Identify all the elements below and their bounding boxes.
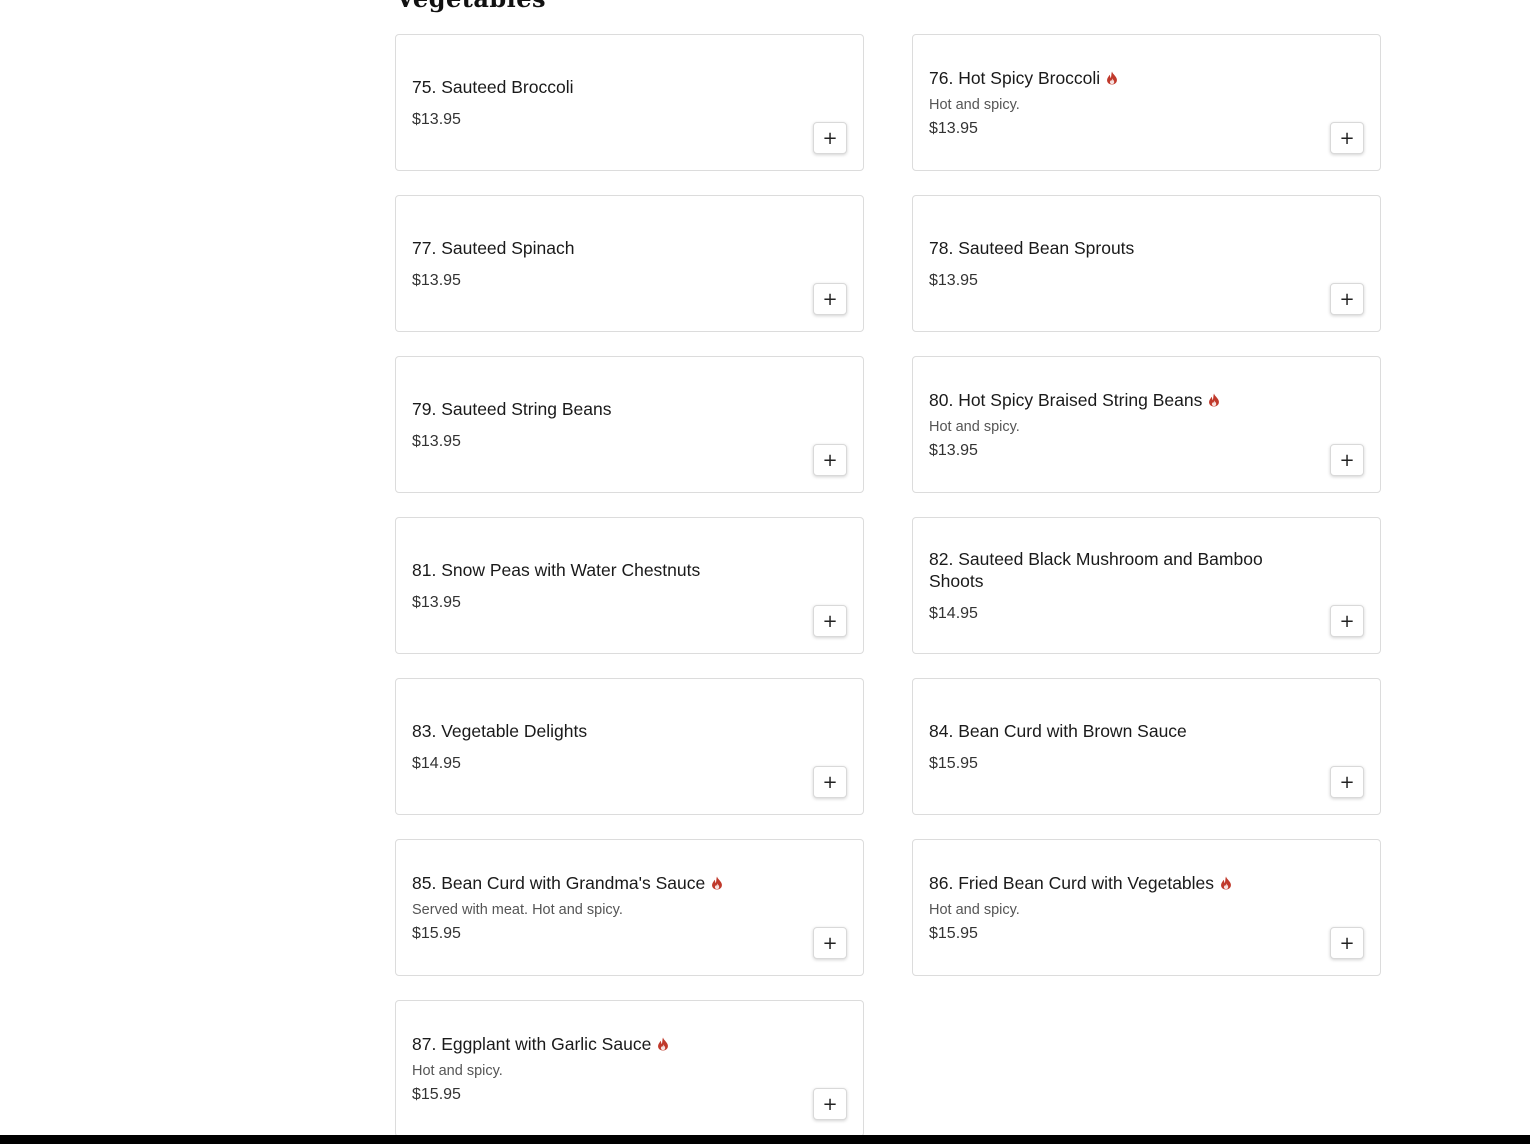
menu-item-card[interactable]: 84. Bean Curd with Brown Sauce $15.95 + bbox=[912, 678, 1381, 815]
plus-icon: + bbox=[1339, 610, 1355, 632]
add-item-button[interactable]: + bbox=[813, 1088, 847, 1120]
menu-item-card[interactable]: 79. Sauteed String Beans $13.95 + bbox=[395, 356, 864, 493]
bottom-bar bbox=[0, 1135, 1530, 1144]
add-item-button[interactable]: + bbox=[813, 927, 847, 959]
menu-item-description: Hot and spicy. bbox=[929, 418, 1020, 435]
menu-item-price: $15.95 bbox=[412, 1085, 461, 1103]
menu-item-price: $13.95 bbox=[929, 271, 978, 289]
menu-item-grid: 75. Sauteed Broccoli $13.95 + 76. Hot Sp… bbox=[395, 34, 1381, 1137]
menu-item-price: $15.95 bbox=[929, 924, 978, 942]
menu-item-description: Served with meat. Hot and spicy. bbox=[412, 901, 623, 918]
add-item-button[interactable]: + bbox=[813, 122, 847, 154]
menu-item-description: Hot and spicy. bbox=[412, 1062, 503, 1079]
spicy-flame-icon bbox=[1208, 393, 1220, 407]
menu-item-name: 86. Fried Bean Curd with Vegetables bbox=[929, 872, 1215, 893]
add-item-button[interactable]: + bbox=[1330, 122, 1364, 154]
menu-item-card[interactable]: 81. Snow Peas with Water Chestnuts $13.9… bbox=[395, 517, 864, 654]
menu-item-name: 79. Sauteed String Beans bbox=[412, 398, 612, 419]
add-item-button[interactable]: + bbox=[813, 444, 847, 476]
plus-icon: + bbox=[822, 127, 838, 149]
menu-item-name: 85. Bean Curd with Grandma's Sauce bbox=[412, 872, 706, 893]
menu-item-card[interactable]: 77. Sauteed Spinach $13.95 + bbox=[395, 195, 864, 332]
menu-item-name: 87. Eggplant with Garlic Sauce bbox=[412, 1033, 652, 1054]
menu-item-name: 78. Sauteed Bean Sprouts bbox=[929, 237, 1135, 258]
plus-icon: + bbox=[822, 1093, 838, 1115]
plus-icon: + bbox=[1339, 288, 1355, 310]
plus-icon: + bbox=[822, 610, 838, 632]
plus-icon: + bbox=[822, 288, 838, 310]
spicy-flame-icon bbox=[1220, 876, 1232, 890]
menu-item-price: $15.95 bbox=[929, 754, 978, 772]
menu-item-name: 81. Snow Peas with Water Chestnuts bbox=[412, 559, 701, 580]
menu-item-price: $13.95 bbox=[412, 593, 461, 611]
menu-item-price: $13.95 bbox=[412, 271, 461, 289]
menu-item-name: 80. Hot Spicy Braised String Beans bbox=[929, 389, 1203, 410]
add-item-button[interactable]: + bbox=[1330, 766, 1364, 798]
menu-item-card[interactable]: 83. Vegetable Delights $14.95 + bbox=[395, 678, 864, 815]
menu-item-price: $13.95 bbox=[412, 432, 461, 450]
menu-item-name: 83. Vegetable Delights bbox=[412, 720, 588, 741]
menu-item-name: 77. Sauteed Spinach bbox=[412, 237, 575, 258]
menu-page: Vegetables 75. Sauteed Broccoli $13.95 +… bbox=[0, 0, 1530, 1144]
add-item-button[interactable]: + bbox=[1330, 605, 1364, 637]
spicy-flame-icon bbox=[657, 1037, 669, 1051]
plus-icon: + bbox=[1339, 127, 1355, 149]
add-item-button[interactable]: + bbox=[813, 605, 847, 637]
menu-item-card[interactable]: 85. Bean Curd with Grandma's Sauce Serve… bbox=[395, 839, 864, 976]
spicy-flame-icon bbox=[1106, 71, 1118, 85]
menu-item-price: $15.95 bbox=[412, 924, 461, 942]
plus-icon: + bbox=[1339, 932, 1355, 954]
menu-item-name: 82. Sauteed Black Mushroom and Bamboo Sh… bbox=[929, 548, 1263, 591]
menu-item-name: 84. Bean Curd with Brown Sauce bbox=[929, 720, 1187, 741]
menu-item-price: $13.95 bbox=[929, 119, 978, 137]
menu-item-card[interactable]: 76. Hot Spicy Broccoli Hot and spicy. $1… bbox=[912, 34, 1381, 171]
menu-item-card[interactable]: 80. Hot Spicy Braised String Beans Hot a… bbox=[912, 356, 1381, 493]
add-item-button[interactable]: + bbox=[1330, 927, 1364, 959]
menu-item-price: $13.95 bbox=[929, 441, 978, 459]
menu-item-name: 75. Sauteed Broccoli bbox=[412, 76, 574, 97]
menu-item-price: $14.95 bbox=[412, 754, 461, 772]
menu-item-card[interactable]: 86. Fried Bean Curd with Vegetables Hot … bbox=[912, 839, 1381, 976]
menu-item-card[interactable]: 87. Eggplant with Garlic Sauce Hot and s… bbox=[395, 1000, 864, 1137]
menu-item-name: 76. Hot Spicy Broccoli bbox=[929, 67, 1101, 88]
plus-icon: + bbox=[822, 771, 838, 793]
section-title: Vegetables bbox=[396, 0, 546, 13]
menu-item-price: $13.95 bbox=[412, 110, 461, 128]
add-item-button[interactable]: + bbox=[813, 766, 847, 798]
add-item-button[interactable]: + bbox=[813, 283, 847, 315]
plus-icon: + bbox=[822, 449, 838, 471]
menu-item-description: Hot and spicy. bbox=[929, 96, 1020, 113]
menu-item-card[interactable]: 78. Sauteed Bean Sprouts $13.95 + bbox=[912, 195, 1381, 332]
menu-item-card[interactable]: 82. Sauteed Black Mushroom and Bamboo Sh… bbox=[912, 517, 1381, 654]
add-item-button[interactable]: + bbox=[1330, 283, 1364, 315]
spicy-flame-icon bbox=[711, 876, 723, 890]
plus-icon: + bbox=[1339, 449, 1355, 471]
plus-icon: + bbox=[822, 932, 838, 954]
add-item-button[interactable]: + bbox=[1330, 444, 1364, 476]
menu-item-description: Hot and spicy. bbox=[929, 901, 1020, 918]
plus-icon: + bbox=[1339, 771, 1355, 793]
menu-item-card[interactable]: 75. Sauteed Broccoli $13.95 + bbox=[395, 34, 864, 171]
menu-item-price: $14.95 bbox=[929, 604, 978, 622]
